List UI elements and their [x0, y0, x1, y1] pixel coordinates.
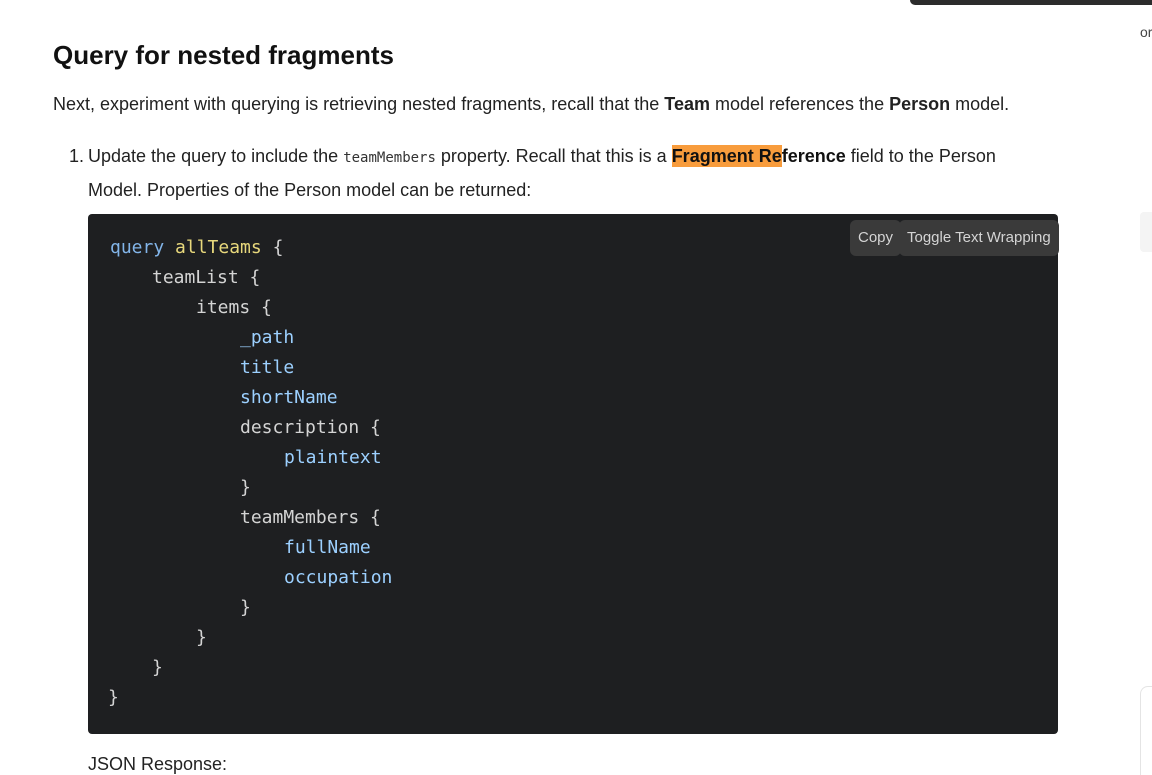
code-query-name: allTeams [175, 237, 262, 258]
intro-paragraph: Next, experiment with querying is retrie… [53, 92, 1009, 116]
code-field: teamList [152, 267, 239, 288]
code-line: query allTeams { [110, 237, 283, 259]
step-text-part: property. Recall that this is a [435, 146, 672, 166]
code-brace: } [240, 477, 251, 498]
step-text: Update the query to include the teamMemb… [88, 140, 1048, 206]
top-toolbar-edge [910, 0, 1152, 5]
code-field: fullName [284, 537, 371, 558]
code-brace: } [240, 597, 251, 618]
team-bold: Team [664, 94, 710, 114]
code-brace: } [108, 687, 119, 708]
code-field: plaintext [284, 447, 382, 468]
code-brace: } [196, 627, 207, 648]
highlighted-text: Fragment Re [671, 145, 782, 167]
intro-text: model. [950, 94, 1010, 114]
side-panel-edge-bottom [1140, 686, 1152, 775]
code-field: teamMembers [240, 507, 360, 528]
side-panel-edge [1140, 212, 1152, 252]
step-text-part: Update the query to include the [88, 146, 344, 166]
edge-text: or [1140, 24, 1152, 40]
code-line: description { [240, 417, 381, 439]
code-field: description [240, 417, 360, 438]
section-title: Query for nested fragments [53, 40, 394, 70]
step-number: 1. [69, 146, 85, 166]
code-brace: { [359, 417, 381, 438]
person-bold: Person [889, 94, 951, 114]
code-field: occupation [284, 567, 393, 588]
code-brace: { [238, 267, 261, 288]
code-field: title [240, 357, 295, 378]
toggle-text-wrapping-button[interactable]: Toggle Text Wrapping [899, 220, 1059, 256]
code-brace: } [152, 657, 163, 678]
bold-text: ference [781, 146, 846, 166]
code-field: _path [240, 327, 295, 348]
code-field: shortName [240, 387, 338, 408]
copy-button[interactable]: Copy [850, 220, 902, 256]
code-brace: { [359, 507, 381, 528]
intro-text: model references the [709, 94, 890, 114]
code-brace: { [250, 297, 272, 318]
code-field: items [196, 297, 251, 318]
code-line: items { [196, 297, 272, 319]
intro-text: Next, experiment with querying is retrie… [53, 94, 665, 114]
inline-code: teamMembers [343, 150, 436, 166]
code-line: teamMembers { [240, 507, 381, 529]
code-line: teamList { [152, 267, 260, 289]
code-brace: { [261, 237, 284, 258]
json-response-label: JSON Response: [88, 754, 228, 774]
code-keyword: query [110, 237, 165, 258]
code-block: Copy Toggle Text Wrapping query allTeams… [88, 214, 1059, 734]
